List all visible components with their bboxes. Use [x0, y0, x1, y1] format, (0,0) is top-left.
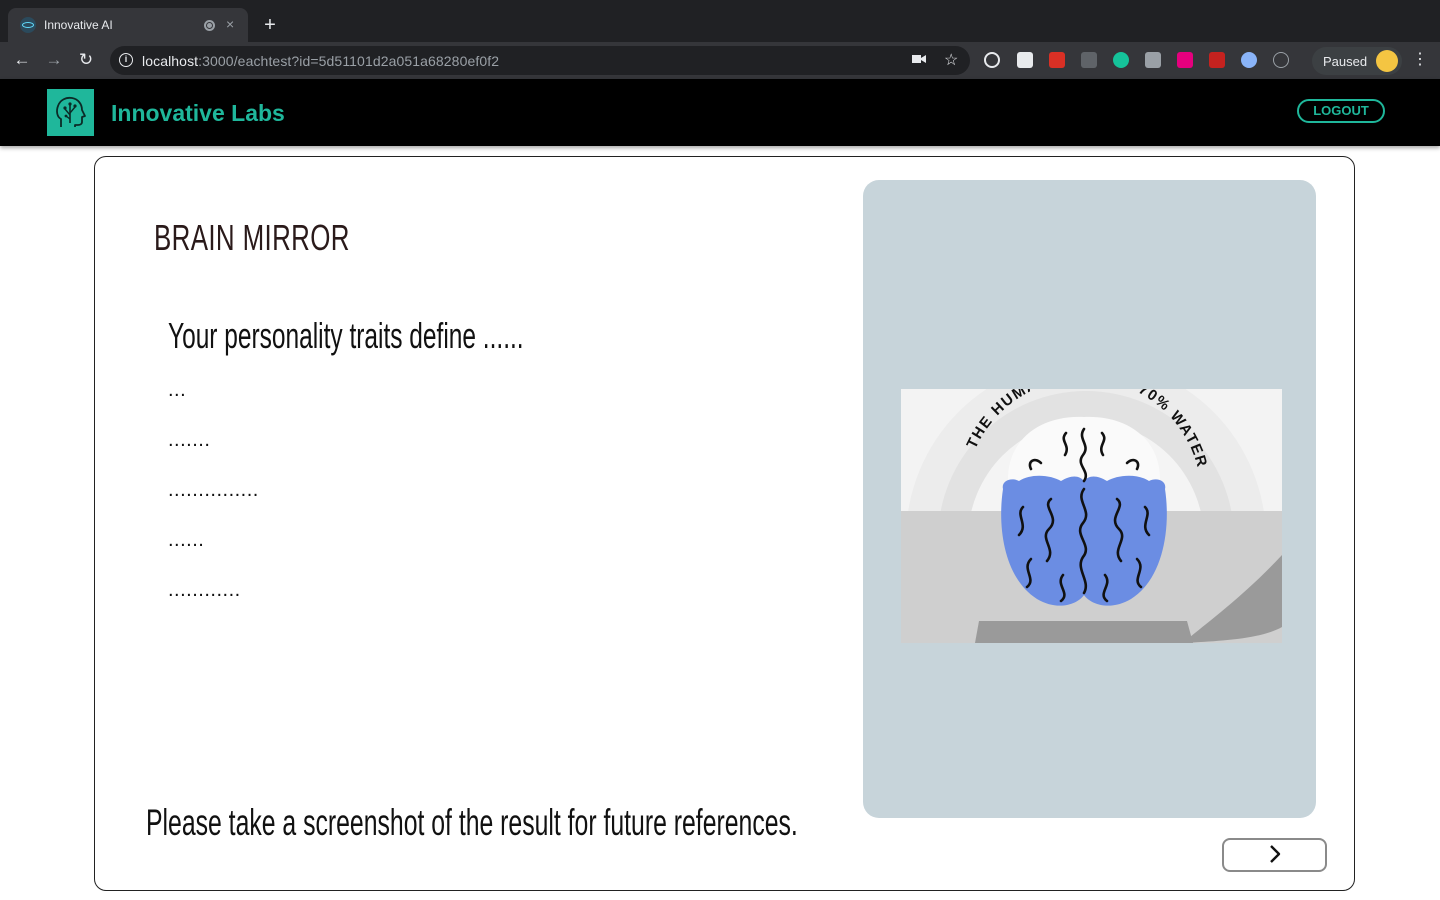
reload-icon[interactable]: ↻ [76, 50, 96, 70]
tab-close-icon[interactable]: × [226, 16, 234, 32]
trait-line: ...... [168, 529, 205, 551]
extension-lock-icon[interactable] [1145, 52, 1161, 68]
trait-line: ... [168, 379, 187, 401]
extension-bug-icon[interactable] [1209, 52, 1225, 68]
new-tab-button[interactable]: + [258, 14, 282, 38]
tab-recording-icon [204, 20, 215, 31]
trait-line: ............... [168, 479, 259, 501]
extension-1b-icon[interactable] [1017, 52, 1033, 68]
extension-w-icon[interactable] [1177, 52, 1193, 68]
logout-button[interactable]: LOGOUT [1297, 99, 1385, 123]
menu-icon[interactable]: ⋮ [1412, 51, 1428, 69]
camera-icon[interactable] [912, 52, 926, 68]
back-icon[interactable]: ← [12, 50, 32, 70]
browser-tab[interactable]: Innovative AI × [8, 8, 248, 42]
result-card: BRAIN MIRROR Your personality traits def… [94, 156, 1355, 891]
extension-drop-icon[interactable] [1241, 52, 1257, 68]
page-title: BRAIN MIRROR [154, 217, 350, 258]
extension-chart-icon[interactable] [1049, 52, 1065, 68]
trait-line: ............ [168, 579, 241, 601]
image-panel: THE HUMAN BRAIN IS 70% WATER [863, 180, 1316, 818]
chevron-right-icon [1269, 844, 1280, 863]
extension-clock-icon[interactable] [1273, 52, 1289, 68]
extension-es-icon[interactable] [1081, 52, 1097, 68]
browser-tabstrip: Innovative AI × + [0, 0, 1440, 42]
react-favicon-icon [20, 17, 36, 33]
brand-name[interactable]: Innovative Labs [111, 100, 285, 127]
profile-status: Paused [1323, 54, 1368, 69]
grammarly-icon[interactable] [1113, 52, 1129, 68]
screenshot-note: Please take a screenshot of the result f… [146, 802, 798, 843]
info-icon[interactable]: i [119, 53, 133, 67]
next-button[interactable] [1222, 838, 1327, 872]
url-text[interactable]: localhost:3000/eachtest?id=5d51101d2a051… [142, 53, 499, 69]
extension-c-icon[interactable] [984, 52, 1000, 68]
forward-icon[interactable]: → [44, 50, 64, 70]
star-icon[interactable]: ☆ [944, 50, 958, 70]
app-header: Innovative Labs LOGOUT [0, 79, 1440, 146]
avatar [1376, 50, 1398, 72]
tab-title: Innovative AI [44, 18, 113, 32]
trait-heading: Your personality traits define ...... [168, 315, 524, 356]
logo-icon[interactable] [47, 89, 94, 136]
brain-illustration: THE HUMAN BRAIN IS 70% WATER [901, 389, 1282, 643]
trait-line: ....... [168, 429, 211, 451]
profile-button[interactable]: Paused [1312, 47, 1402, 75]
address-bar[interactable]: i localhost:3000/eachtest?id=5d51101d2a0… [110, 46, 970, 75]
